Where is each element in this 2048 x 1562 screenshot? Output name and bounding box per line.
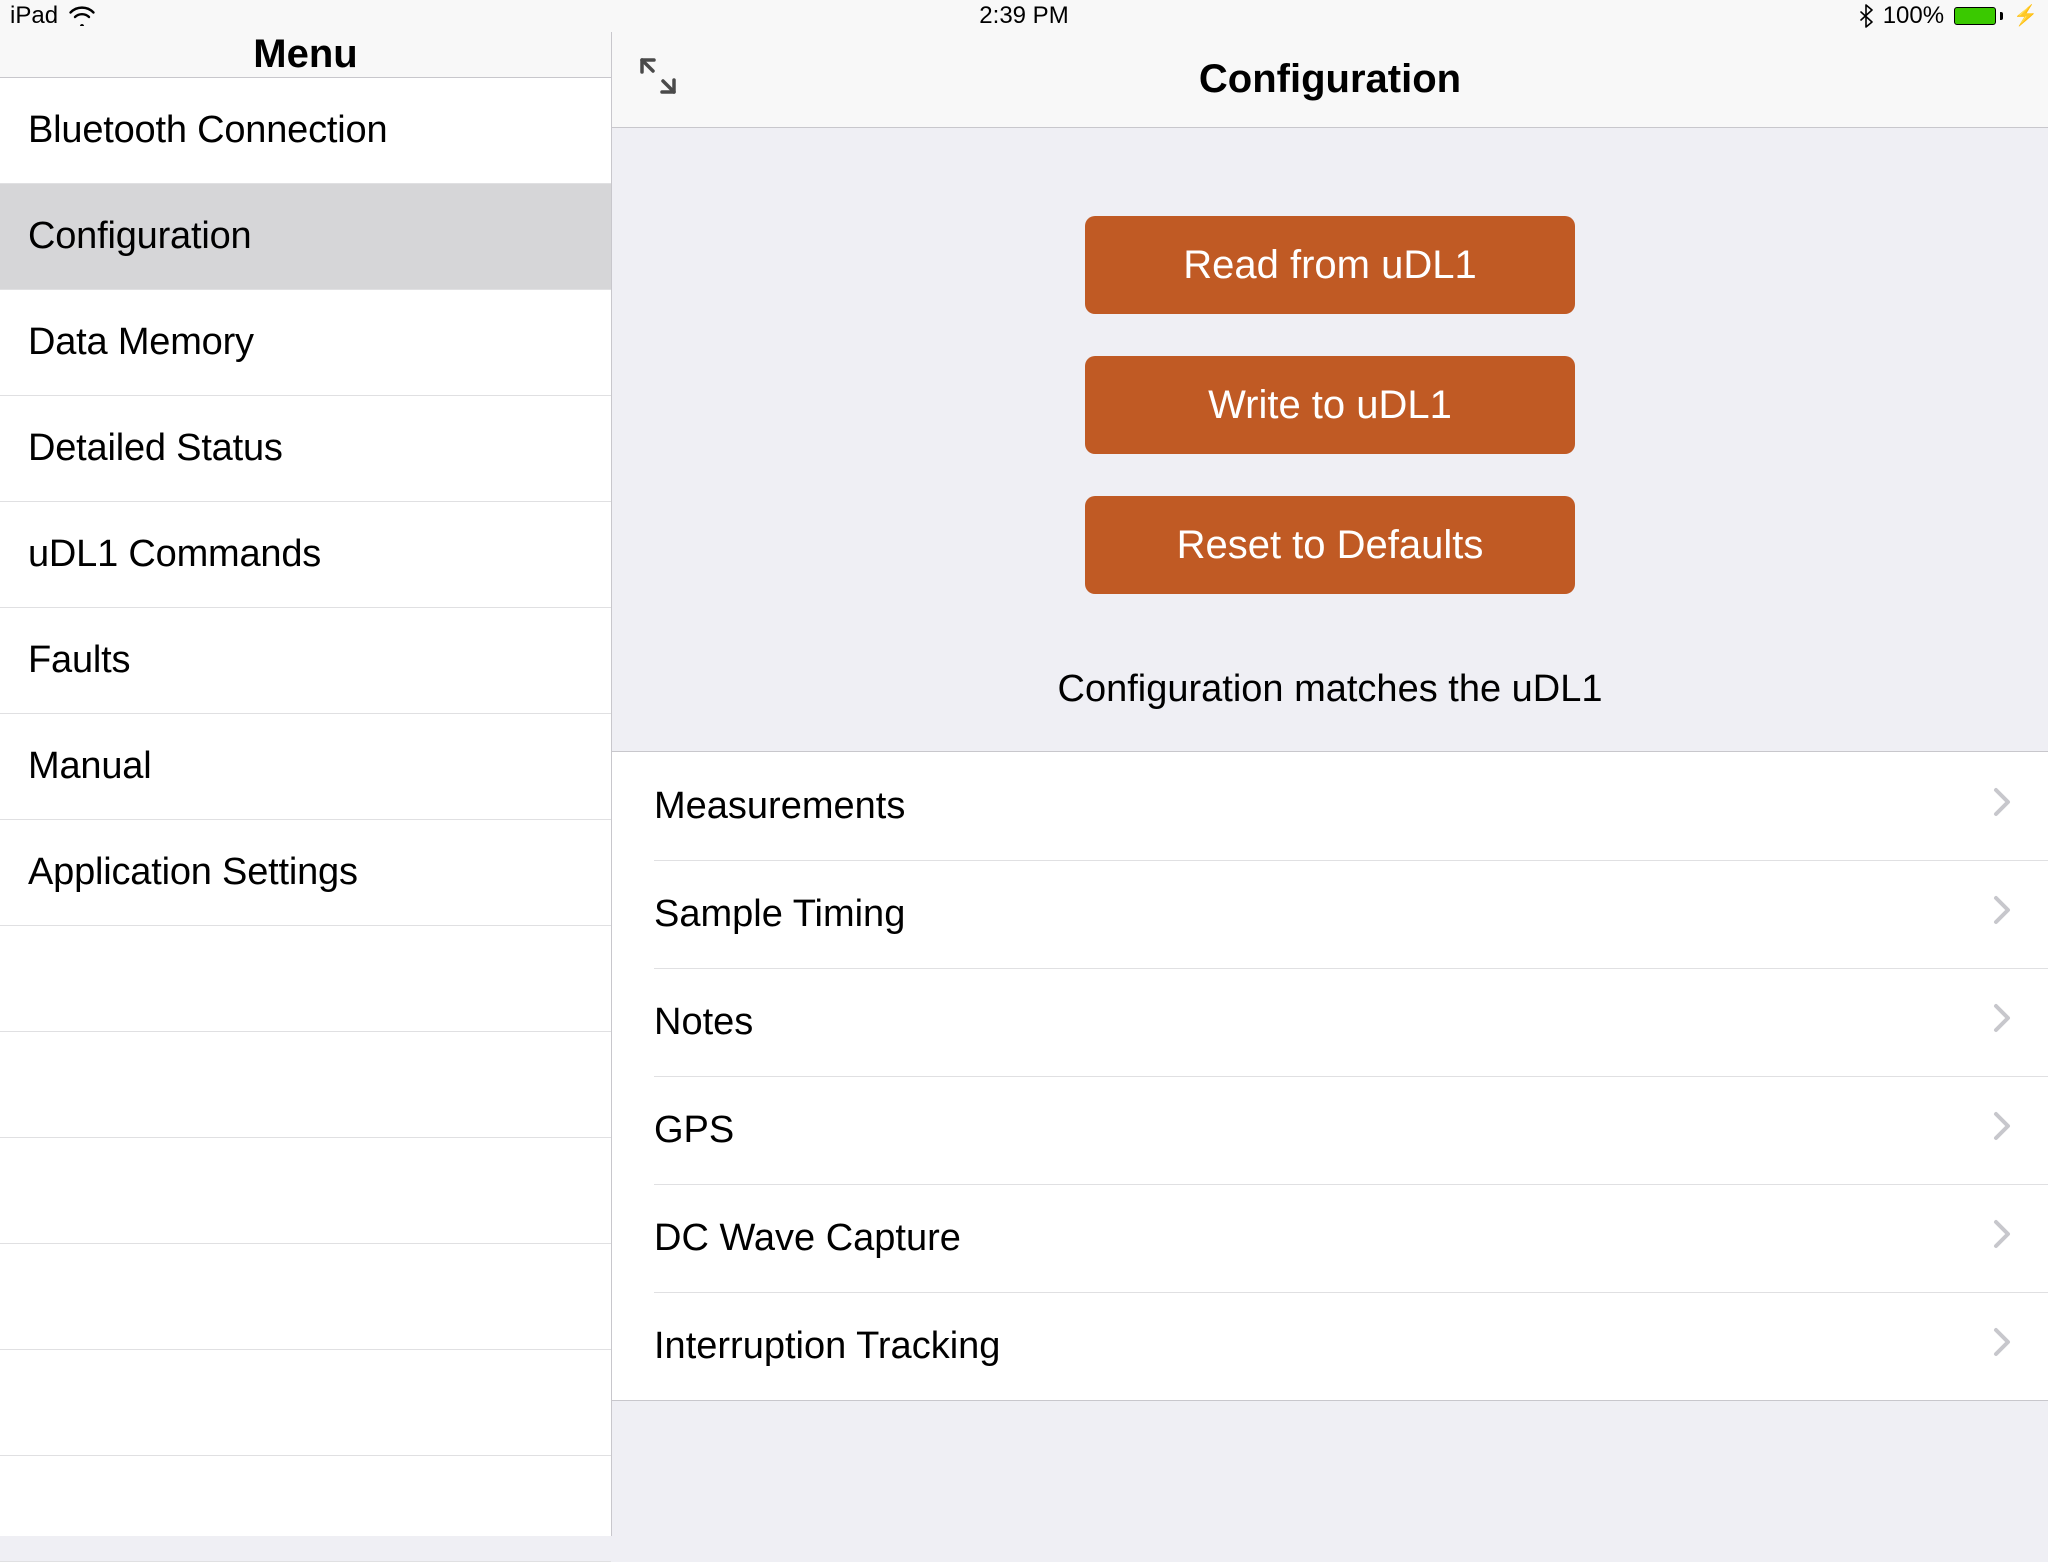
sidebar-spacer xyxy=(0,926,611,1032)
status-right: 100% ⚡ xyxy=(1859,2,2038,30)
chevron-right-icon xyxy=(1992,1110,2012,1150)
sidebar-spacer xyxy=(0,1244,611,1350)
chevron-right-icon xyxy=(1992,1002,2012,1042)
read-from-udl1-button[interactable]: Read from uDL1 xyxy=(1085,216,1575,314)
sidebar-item-label: uDL1 Commands xyxy=(28,533,321,576)
sidebar-item-udl1-commands[interactable]: uDL1 Commands xyxy=(0,502,611,608)
sidebar-item-faults[interactable]: Faults xyxy=(0,608,611,714)
sidebar: Menu Bluetooth Connection Configuration … xyxy=(0,32,612,1536)
sidebar-spacer xyxy=(0,1456,611,1562)
sidebar-item-bluetooth-connection[interactable]: Bluetooth Connection xyxy=(0,78,611,184)
sidebar-spacer xyxy=(0,1350,611,1456)
charging-icon: ⚡ xyxy=(2013,6,2038,26)
row-gps[interactable]: GPS xyxy=(612,1076,2048,1184)
status-left: iPad xyxy=(10,2,96,30)
sidebar-item-label: Data Memory xyxy=(28,321,254,364)
row-label: GPS xyxy=(654,1109,734,1152)
device-label: iPad xyxy=(10,2,58,30)
row-label: Notes xyxy=(654,1001,753,1044)
chevron-right-icon xyxy=(1992,786,2012,826)
main-body: Read from uDL1 Write to uDL1 Reset to De… xyxy=(612,128,2048,1536)
row-label: Interruption Tracking xyxy=(654,1325,1000,1368)
sidebar-item-data-memory[interactable]: Data Memory xyxy=(0,290,611,396)
row-measurements[interactable]: Measurements xyxy=(612,752,2048,860)
row-label: Sample Timing xyxy=(654,893,905,936)
config-status-text: Configuration matches the uDL1 xyxy=(612,634,2048,751)
sidebar-item-label: Detailed Status xyxy=(28,427,283,470)
clock: 2:39 PM xyxy=(979,2,1068,30)
sidebar-item-configuration[interactable]: Configuration xyxy=(0,184,611,290)
action-buttons: Read from uDL1 Write to uDL1 Reset to De… xyxy=(612,128,2048,634)
row-notes[interactable]: Notes xyxy=(612,968,2048,1076)
sidebar-item-label: Application Settings xyxy=(28,851,358,894)
sidebar-item-label: Bluetooth Connection xyxy=(28,109,387,152)
battery-pct: 100% xyxy=(1883,2,1944,30)
row-sample-timing[interactable]: Sample Timing xyxy=(612,860,2048,968)
bluetooth-icon xyxy=(1859,4,1873,28)
sidebar-title: Menu xyxy=(253,32,357,77)
sidebar-spacer xyxy=(0,1032,611,1138)
row-interruption-tracking[interactable]: Interruption Tracking xyxy=(612,1292,2048,1400)
chevron-right-icon xyxy=(1992,894,2012,934)
write-to-udl1-button[interactable]: Write to uDL1 xyxy=(1085,356,1575,454)
sidebar-item-label: Configuration xyxy=(28,215,251,258)
sidebar-item-label: Faults xyxy=(28,639,130,682)
wifi-icon xyxy=(68,6,96,26)
config-sections: Measurements Sample Timing Notes xyxy=(612,751,2048,1401)
sidebar-item-manual[interactable]: Manual xyxy=(0,714,611,820)
sidebar-spacer xyxy=(0,1138,611,1244)
row-label: Measurements xyxy=(654,785,905,828)
main-pane: Configuration Read from uDL1 Write to uD… xyxy=(612,32,2048,1536)
reset-to-defaults-button[interactable]: Reset to Defaults xyxy=(1085,496,1575,594)
sidebar-list: Bluetooth Connection Configuration Data … xyxy=(0,78,611,1562)
sidebar-item-application-settings[interactable]: Application Settings xyxy=(0,820,611,926)
status-bar: iPad 2:39 PM 100% ⚡ xyxy=(0,0,2048,32)
main-header: Configuration xyxy=(612,32,2048,128)
battery-icon xyxy=(1954,7,2003,25)
sidebar-item-detailed-status[interactable]: Detailed Status xyxy=(0,396,611,502)
sidebar-header: Menu xyxy=(0,32,611,78)
page-title: Configuration xyxy=(1199,57,1461,102)
sidebar-item-label: Manual xyxy=(28,745,151,788)
row-dc-wave-capture[interactable]: DC Wave Capture xyxy=(612,1184,2048,1292)
row-label: DC Wave Capture xyxy=(654,1217,961,1260)
expand-icon[interactable] xyxy=(636,54,680,106)
chevron-right-icon xyxy=(1992,1218,2012,1258)
chevron-right-icon xyxy=(1992,1326,2012,1366)
